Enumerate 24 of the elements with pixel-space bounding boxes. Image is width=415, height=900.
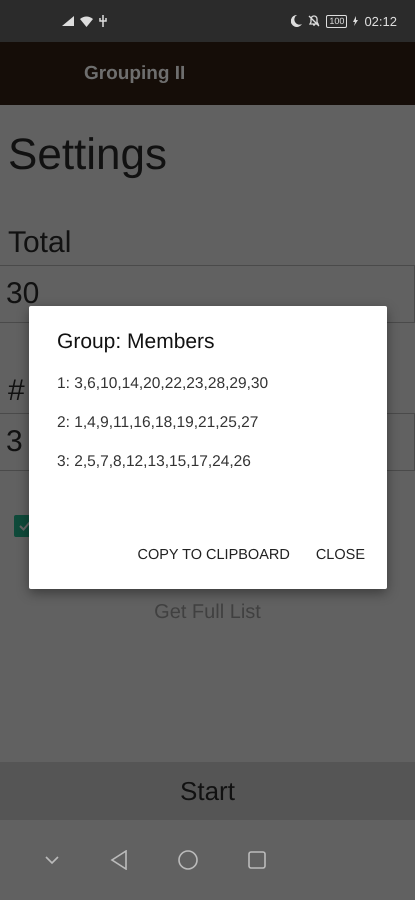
field-label: # <box>8 373 25 409</box>
bell-off-icon <box>308 15 320 27</box>
usb-icon <box>99 15 107 27</box>
moon-icon <box>291 15 302 27</box>
signal-icon <box>62 16 74 26</box>
dialog-button[interactable]: CLOSE <box>306 539 375 571</box>
group-members-text: 1: 3,6,10,14,20,22,23,28,29,30 <box>57 375 268 393</box>
clock-time: 02:12 <box>364 14 397 28</box>
start-button[interactable]: Start <box>0 762 415 820</box>
app-title: Grouping II <box>84 62 186 84</box>
page-heading: Settings <box>8 129 167 181</box>
dialog-button[interactable]: COPY TO CLIPBOARD <box>128 539 300 571</box>
wifi-icon <box>80 16 93 26</box>
check-icon <box>18 519 32 533</box>
charging-icon <box>353 16 358 26</box>
chevron-down-icon[interactable] <box>44 855 60 865</box>
home-icon[interactable] <box>178 850 198 870</box>
group-members-text: 2: 1,4,9,11,16,18,19,21,25,27 <box>57 414 258 432</box>
battery-level: 100 <box>326 14 348 28</box>
group-members-text: 3: 2,5,7,8,12,13,15,17,24,26 <box>57 453 251 471</box>
field-label: Total <box>8 225 72 261</box>
dialog-title: Group: Members <box>57 330 215 354</box>
recents-icon[interactable] <box>248 851 266 869</box>
back-icon[interactable] <box>110 850 128 870</box>
